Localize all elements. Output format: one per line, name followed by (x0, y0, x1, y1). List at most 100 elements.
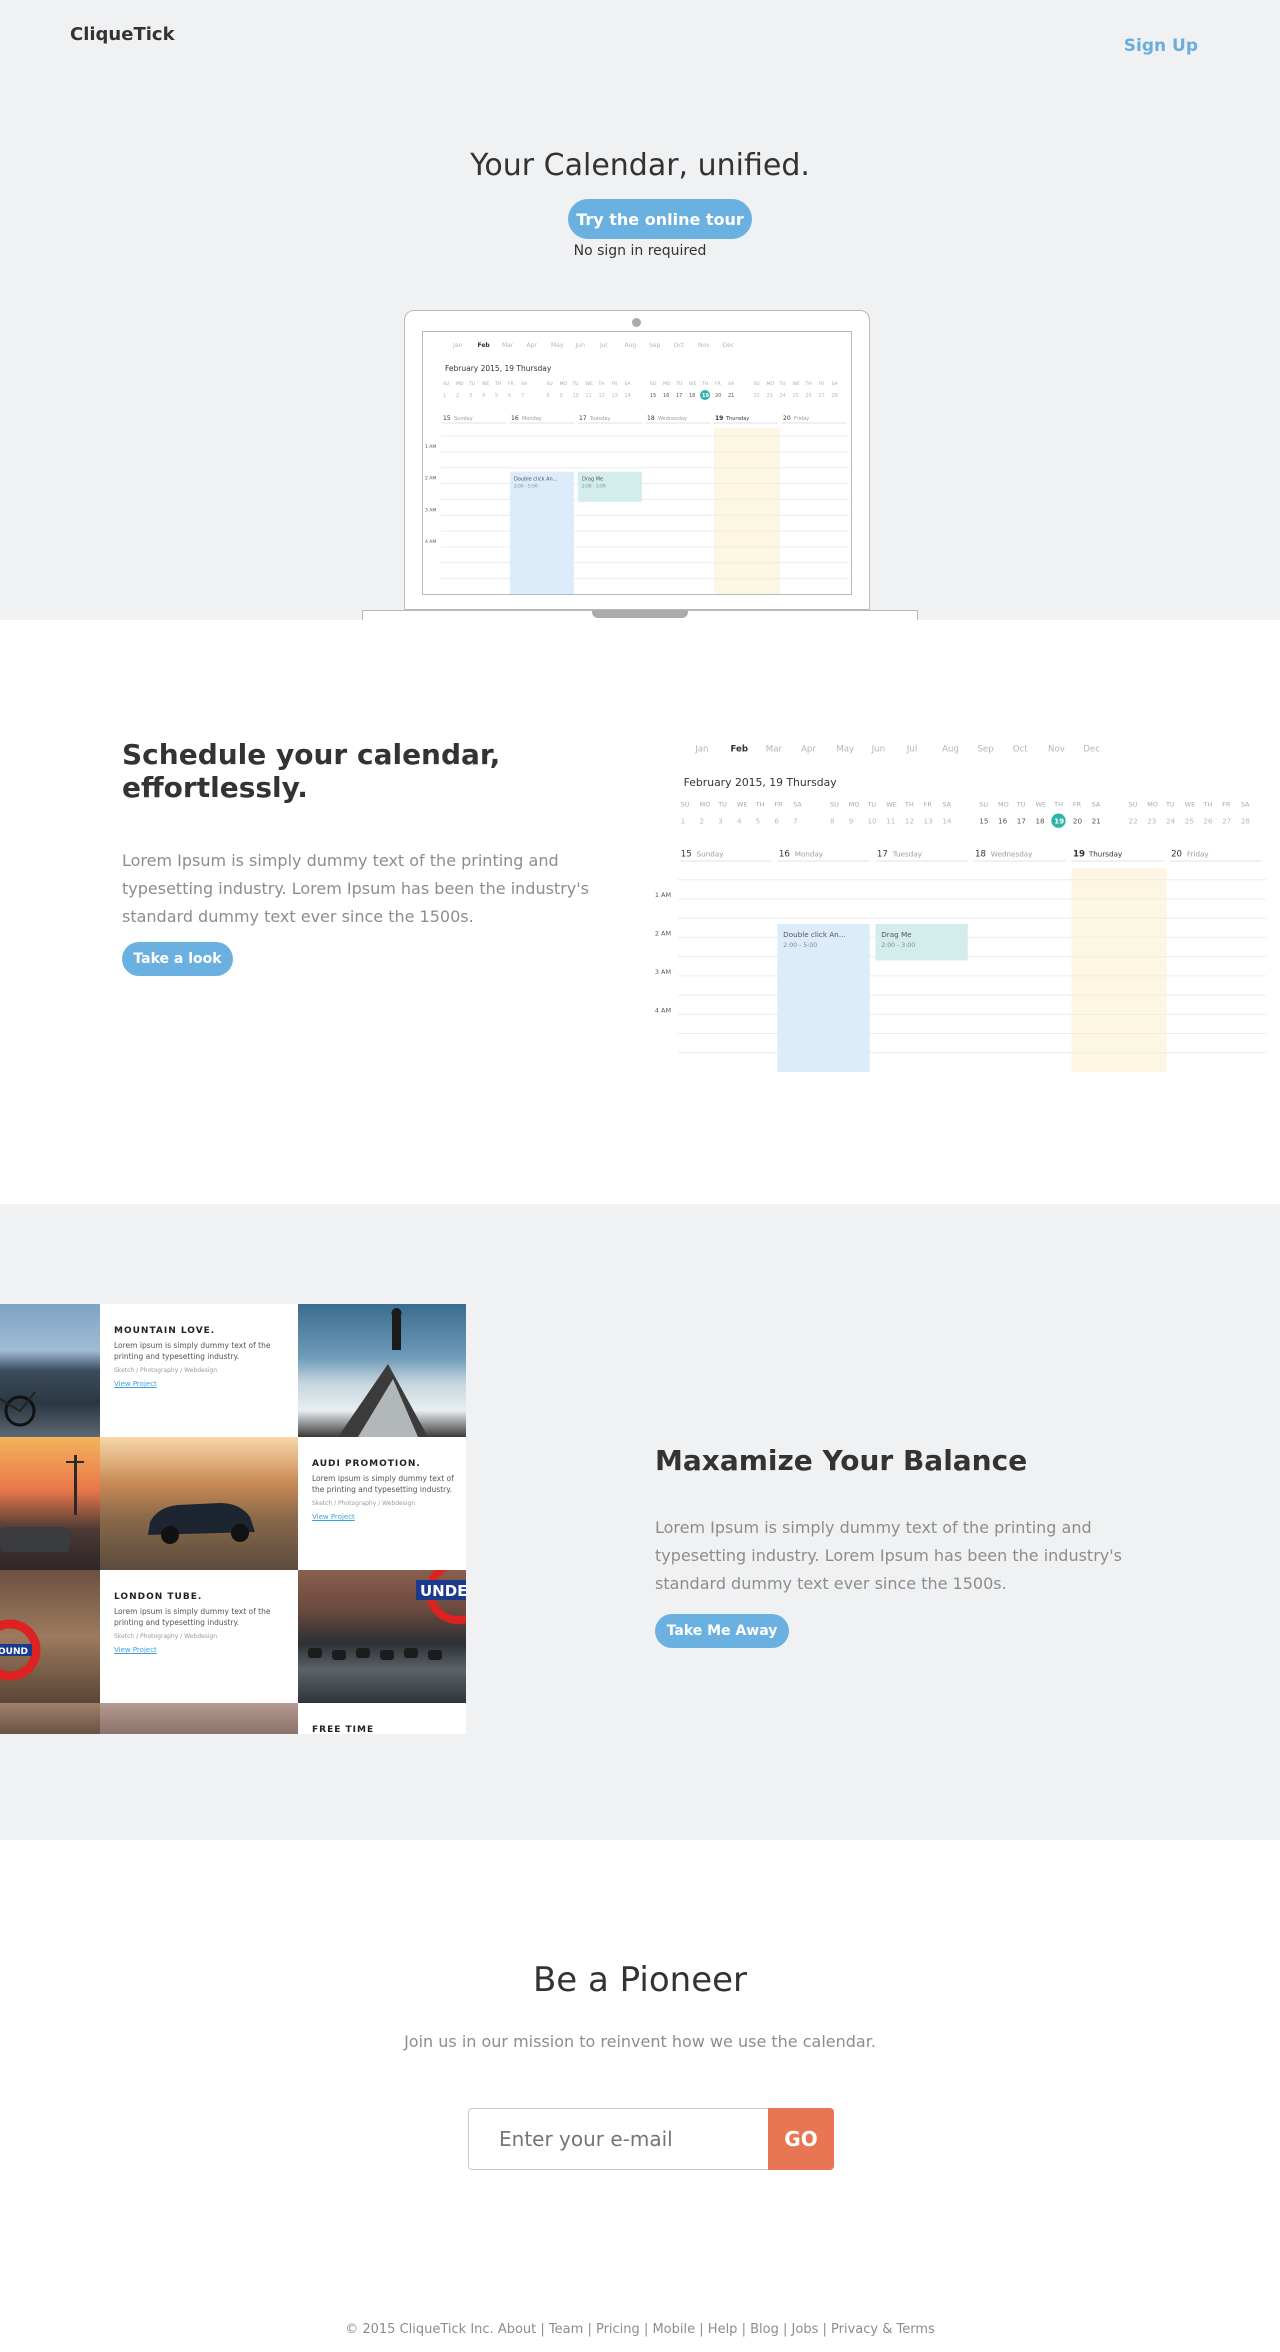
take-a-look-button[interactable]: Take a look (122, 942, 233, 976)
email-input[interactable] (468, 2108, 768, 2170)
project-card-mountain[interactable]: MOUNTAIN LOVE. Lorem ipsum is simply dum… (100, 1304, 298, 1437)
no-sign-in-note: No sign in required (573, 243, 707, 259)
footer-link-pricing[interactable]: Pricing (596, 2322, 640, 2337)
footer: © 2015 CliqueTick Inc. About | Team | Pr… (345, 2322, 935, 2337)
day-number: 7 (793, 817, 798, 826)
brand-logo[interactable]: CliqueTick (70, 24, 175, 45)
weekday-label: TH (805, 381, 812, 387)
weekday-label: SU (830, 800, 839, 808)
month-tab: Apr (527, 342, 538, 349)
day-number: 6 (508, 393, 511, 399)
hour-label: 4 AM (655, 1006, 671, 1014)
column-day-name: Friday (1187, 850, 1210, 859)
weekday-label: WE (793, 381, 800, 387)
sunset-car-photo (0, 1437, 100, 1570)
day-number: 18 (1035, 817, 1045, 826)
footer-link-jobs[interactable]: Jobs (792, 2322, 819, 2337)
weekday-label: MO (663, 381, 671, 387)
weekday-label: SU (443, 381, 449, 387)
view-project-link[interactable]: View Project (114, 1646, 286, 1654)
project-gallery: MOUNTAIN LOVE. Lorem ipsum is simply dum… (0, 1304, 466, 1734)
online-tour-button[interactable]: Try the online tour (568, 199, 752, 239)
month-tab: Dec (1083, 745, 1100, 755)
project-card-london[interactable]: LONDON TUBE. Lorem ipsum is simply dummy… (100, 1570, 298, 1703)
day-number: 14 (625, 393, 631, 399)
day-number: 17 (676, 393, 682, 399)
day-number: 7 (521, 393, 524, 399)
project-tags: Sketch / Photography / Webdesign (114, 1367, 218, 1374)
month-tab: May (836, 745, 854, 755)
schedule-description: Lorem Ipsum is simply dummy text of the … (122, 851, 589, 926)
hiker-icon (338, 1308, 428, 1437)
signup-link[interactable]: Sign Up (1124, 36, 1198, 56)
footer-link-privacy[interactable]: Privacy & Terms (831, 2322, 935, 2337)
weekday-label: SU (1129, 800, 1138, 808)
column-day-number: 18 (647, 415, 655, 422)
day-number: 24 (1166, 817, 1176, 826)
weekday-label: TU (779, 381, 786, 387)
hour-label: 3 AM (655, 968, 671, 976)
weekday-label: FR (508, 381, 514, 387)
weekday-label: FR (1073, 800, 1082, 808)
column-day-number: 15 (443, 415, 451, 422)
month-tab: Oct (1013, 745, 1029, 755)
day-number: 3 (469, 393, 472, 399)
month-tab: Jul (906, 745, 917, 755)
project-card-audi[interactable]: AUDI PROMOTION. Lorem ipsum is simply du… (298, 1437, 466, 1570)
go-button[interactable]: GO (768, 2108, 834, 2170)
event-title: Drag Me (881, 930, 912, 939)
column-day-number: 15 (681, 850, 692, 860)
column-day-name: Sunday (697, 850, 725, 859)
weekday-label: SU (650, 381, 656, 387)
project-card-free-time[interactable]: FREE TIME (298, 1703, 466, 1734)
hero-section: CliqueTick Sign Up Your Calendar, unifie… (0, 0, 1280, 634)
sign-text: UNDE (420, 1582, 466, 1600)
day-number: 22 (754, 393, 760, 399)
date-heading: February 2015, 19 Thursday (445, 364, 552, 373)
laptop-mockup: Jan Feb Mar Apr May Jun Jul Aug Sep Oct Nov Dec Febr… (404, 310, 870, 610)
weekday-label: MO (849, 800, 860, 808)
weekday-label: TH (598, 381, 605, 387)
calendar-preview: Jan Feb Mar Apr May Jun Jul Aug Sep Oct Nov Dec Febr… (655, 745, 1267, 1072)
weekday-label: MO (560, 381, 568, 387)
weekday-label: TU (468, 381, 475, 387)
footer-link-about[interactable]: About (498, 2322, 536, 2337)
day-number: 15 (979, 817, 988, 826)
day-number: 8 (830, 817, 835, 826)
weekday-label: MO (1147, 800, 1158, 808)
copyright: © 2015 CliqueTick Inc. (345, 2322, 494, 2337)
column-day-name: Tuesday (589, 416, 610, 422)
weekday-label: TH (701, 381, 708, 387)
balance-description: Lorem Ipsum is simply dummy text of the … (655, 1518, 1122, 1593)
take-me-away-button[interactable]: Take Me Away (655, 1614, 789, 1648)
project-description: Lorem ipsum is simply dummy text of the … (312, 1474, 454, 1494)
footer-link-blog[interactable]: Blog (750, 2322, 779, 2337)
month-tab: Apr (801, 745, 816, 755)
weekday-label: TU (675, 381, 682, 387)
footer-link-mobile[interactable]: Mobile (652, 2322, 695, 2337)
today-column (714, 428, 780, 594)
day-number: 23 (1147, 817, 1156, 826)
hour-label: 1 AM (655, 891, 671, 899)
weekday-label: SU (754, 381, 760, 387)
day-number: 8 (547, 393, 550, 399)
footer-link-help[interactable]: Help (708, 2322, 738, 2337)
day-number: 4 (482, 393, 485, 399)
hour-label: 3 AM (425, 507, 436, 513)
view-project-link[interactable]: View Project (312, 1513, 454, 1521)
weekday-label: FR (1222, 800, 1231, 808)
weekday-label: SA (942, 800, 951, 808)
hour-label: 4 AM (425, 539, 436, 545)
weekday-label: TU (1165, 800, 1175, 808)
footer-link-team[interactable]: Team (549, 2322, 583, 2337)
view-project-link[interactable]: View Project (114, 1380, 286, 1388)
weekday-label: SA (793, 800, 802, 808)
weekday-label: FR (924, 800, 933, 808)
tube-roundel-photo: OUND (0, 1570, 100, 1703)
camera-icon (632, 318, 641, 327)
project-tags: Sketch / Photography / Webdesign (312, 1500, 416, 1507)
bike-mountain-photo (0, 1304, 100, 1437)
day-number: 24 (780, 393, 786, 399)
weekday-label: WE (886, 800, 896, 808)
weekday-label: TH (1202, 800, 1212, 808)
